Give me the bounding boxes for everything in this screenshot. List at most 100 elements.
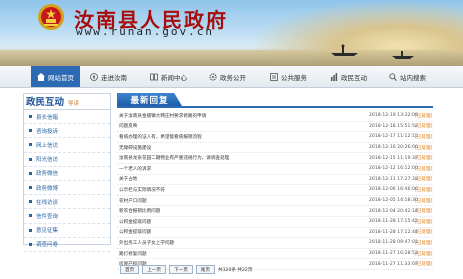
sidebar-item-consult-complaint[interactable]: 咨询投诉: [24, 124, 110, 139]
reply-date: 2018-12-05 14:18:30: [369, 198, 418, 204]
sidebar-title: 政民互动: [26, 97, 65, 108]
reply-title[interactable]: 外出务工人员子女上学问题: [117, 240, 369, 246]
status-badge: [已处理]: [415, 166, 433, 172]
list-item[interactable]: 无障碍设施建设 2018-12-16 20:26:00 [已处理]: [117, 143, 433, 154]
reply-title[interactable]: 看病办理的证人有，希望能看病报销流程: [117, 134, 369, 140]
main-content: 最新回复 关于汝南县金铺镇大韩庄村要求修路的申请 2018-12-19 13:32…: [117, 93, 433, 278]
reply-title[interactable]: 公示栏与实际情况不符: [117, 187, 369, 193]
status-badge: [已处理]: [415, 187, 433, 193]
reply-date: 2018-11-28 09:47:01: [369, 240, 418, 246]
last-page-button[interactable]: 尾页: [195, 265, 215, 274]
nav-item-gov-affairs[interactable]: 政务公开: [209, 66, 246, 87]
sidebar-item-opinion-collection[interactable]: 意见征集: [24, 224, 110, 238]
list-item[interactable]: 看病办理的证人有，希望能看病报销流程 2018-12-17 11:12:15 [已处…: [117, 132, 433, 143]
nav-item-label: 站内搜索: [400, 73, 426, 82]
reply-list: 关于汝南县金铺镇大韩庄村要求修路的申请 2018-12-19 13:32:09 [已…: [117, 111, 433, 270]
status-badge: [已处理]: [415, 156, 433, 162]
nav-item-label: 政务公开: [220, 73, 246, 82]
list-item[interactable]: 关于汝南县金铺镇大韩庄村要求修路的申请 2018-12-19 13:32:09 [已…: [117, 111, 433, 122]
gear-icon: [209, 72, 217, 81]
reply-title[interactable]: 关于汝南县金铺镇大韩庄村要求修路的申请: [117, 113, 369, 119]
reply-title[interactable]: 农村户口问题: [117, 198, 369, 204]
list-item[interactable]: 公积金提取问题 2018-11-28 17:12:44 [已处理]: [117, 228, 433, 239]
status-badge: [已处理]: [415, 251, 433, 257]
list-item[interactable]: 公积金提取问题 2018-11-28 17:15:42 [已处理]: [117, 217, 433, 228]
list-item[interactable]: 外出务工人员子女上学问题 2018-11-28 09:47:01 [已处理]: [117, 238, 433, 249]
sidebar-item-online-petition[interactable]: 网上信访: [24, 138, 110, 153]
reply-title[interactable]: 问题反映: [117, 123, 369, 129]
list-item[interactable]: 新农合报销比例问题 2018-12-04 20:42:14 [已处理]: [117, 206, 433, 217]
list-item[interactable]: 路灯修复问题 2018-11-27 16:28:53 [已处理]: [117, 249, 433, 260]
reply-date: 2018-12-04 20:42:14: [369, 208, 418, 214]
status-badge: [已处理]: [415, 177, 433, 183]
reply-date: 2018-12-16 20:26:00: [369, 145, 418, 151]
compass-icon: [90, 72, 98, 81]
main-nav: 网站首页 走进汝南 新闻中心 政务公开 公共服务 政民互动 站内搜索: [0, 66, 463, 88]
nav-item-search[interactable]: 站内搜索: [389, 66, 426, 87]
reply-date: 2018-12-11 17:27:33: [369, 176, 418, 182]
reply-date: 2018-11-28 17:12:44: [369, 229, 418, 235]
reply-date: 2018-11-27 11:33:07: [369, 261, 418, 267]
reply-title[interactable]: 汝南县龙泉花园二期物业有严重违规行为，请调查处理: [117, 155, 369, 161]
sidebar-list: 县长信箱 咨询投诉 网上信访 阳光信访 政务微信 政务微博 在线访谈 信件查询 …: [24, 110, 110, 252]
status-badge: [已处理]: [415, 219, 433, 225]
section-header: 最新回复: [117, 93, 433, 108]
nav-item-label: 网站首页: [48, 73, 74, 82]
nav-item-public-service[interactable]: 公共服务: [270, 66, 307, 87]
prev-page-button[interactable]: 上一页: [142, 265, 166, 274]
service-icon: [270, 72, 278, 81]
header-banner: 汝南县人民政府 www.runan.gov.cn: [0, 0, 463, 66]
sidebar-item-gov-wechat[interactable]: 政务微信: [24, 167, 110, 181]
reply-date: 2018-12-17 11:12:15: [369, 134, 418, 140]
reply-date: 2018-11-27 16:28:53: [369, 251, 418, 257]
list-item[interactable]: 农村户口问题 2018-12-05 14:18:30 [已处理]: [117, 196, 433, 207]
status-badge: [已处理]: [415, 134, 433, 140]
sidebar-item-sunshine-petition[interactable]: 阳光信访: [24, 153, 110, 167]
nav-item-label: 走进汝南: [101, 73, 127, 82]
nav-item-label: 新闻中心: [161, 73, 187, 82]
status-badge: [已处理]: [415, 209, 433, 215]
sidebar-item-gov-weibo[interactable]: 政务微博: [24, 181, 110, 196]
sidebar-item-survey[interactable]: 调查问卷: [24, 238, 110, 252]
sidebar: 政民互动 导读 县长信箱 咨询投诉 网上信访 阳光信访 政务微信 政务微博 在线…: [23, 93, 111, 252]
reply-title[interactable]: 公积金提取问题: [117, 229, 369, 235]
first-page-button[interactable]: 首页: [120, 265, 140, 274]
status-badge: [已处理]: [415, 113, 433, 119]
reply-date: 2018-12-12 16:12:00: [369, 166, 418, 172]
section-title: 最新回复: [117, 93, 182, 106]
reply-date: 2018-12-18 15:51:52: [369, 123, 418, 129]
reply-title[interactable]: 关于占地: [117, 176, 369, 182]
sidebar-item-letter-query[interactable]: 信件查询: [24, 209, 110, 224]
reply-title[interactable]: 公积金提取问题: [117, 219, 369, 225]
list-item[interactable]: 问题反映 2018-12-18 15:51:52 [已处理]: [117, 122, 433, 133]
nav-item-home[interactable]: 网站首页: [31, 66, 80, 87]
nav-item-news[interactable]: 新闻中心: [150, 66, 187, 87]
list-item[interactable]: 公示栏与实际情况不符 2018-12-06 16:46:06 [已处理]: [117, 185, 433, 196]
site-url: www.runan.gov.cn: [76, 25, 214, 38]
list-item[interactable]: 关于占地 2018-12-11 17:27:33 [已处理]: [117, 175, 433, 186]
status-badge: [已处理]: [415, 145, 433, 151]
reply-date: 2018-12-15 11:19:37: [369, 155, 418, 161]
status-badge: [已处理]: [415, 124, 433, 130]
sidebar-item-online-interview[interactable]: 在线访谈: [24, 195, 110, 210]
home-icon: [37, 72, 45, 81]
reply-title[interactable]: 新农合报销比例问题: [117, 208, 369, 214]
sidebar-header: 政民互动 导读: [24, 94, 110, 110]
national-emblem-icon: [38, 4, 64, 30]
reply-title[interactable]: 一个老人的诉求: [117, 166, 369, 172]
list-item[interactable]: 汝南县龙泉花园二期物业有严重违规行为，请调查处理 2018-12-15 11:19…: [117, 153, 433, 164]
boat-icon: [392, 51, 414, 59]
status-badge: [已处理]: [415, 262, 433, 268]
nav-item-label: 政民互动: [341, 73, 367, 82]
nav-item-interaction[interactable]: 政民互动: [330, 66, 367, 87]
reply-date: 2018-11-28 17:15:42: [369, 219, 418, 225]
chart-icon: [331, 72, 338, 81]
next-page-button[interactable]: 下一页: [169, 265, 193, 274]
reply-title[interactable]: 无障碍设施建设: [117, 145, 369, 151]
pagination: 首页 上一页 下一页 尾页 共320条 共22页: [120, 265, 252, 274]
list-item[interactable]: 一个老人的诉求 2018-12-12 16:12:00 [已处理]: [117, 164, 433, 175]
nav-item-about[interactable]: 走进汝南: [90, 66, 127, 87]
sidebar-item-mayor-mailbox[interactable]: 县长信箱: [24, 110, 110, 125]
reply-title[interactable]: 路灯修复问题: [117, 251, 369, 257]
page-info: 共320条 共22页: [218, 267, 253, 273]
